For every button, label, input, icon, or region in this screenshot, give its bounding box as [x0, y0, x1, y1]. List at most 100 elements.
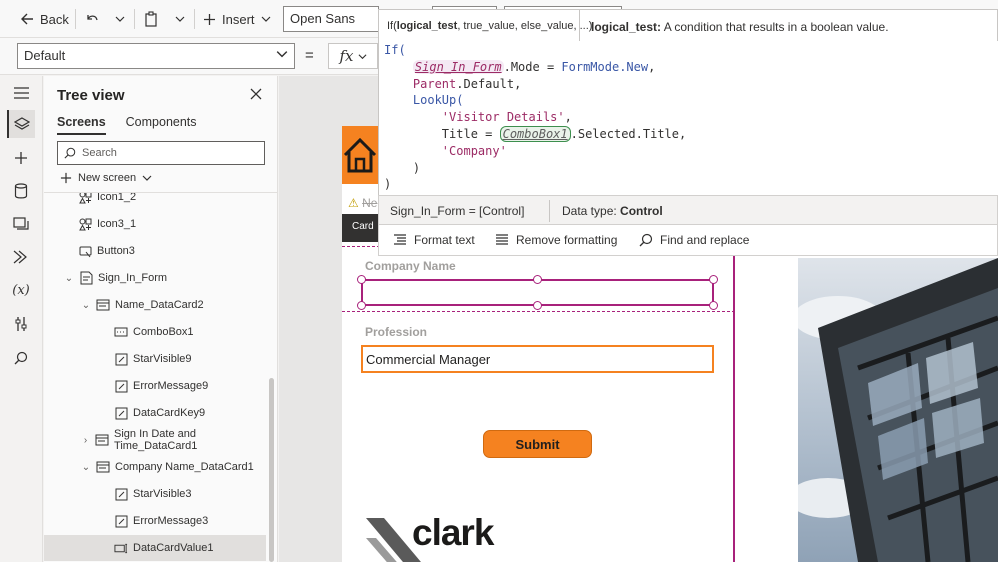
tree-item-datacardkey9[interactable]: DataCardKey9	[44, 400, 266, 426]
resize-handle[interactable]	[357, 301, 366, 310]
format-text-button[interactable]: Format text	[393, 233, 475, 247]
tree-item-errormessage9[interactable]: ErrorMessage9	[44, 373, 266, 399]
format-text-icon	[394, 234, 406, 245]
property-dropdown[interactable]: Default	[17, 43, 295, 69]
function-signature-tooltip: If(logical_test, true_value, else_value,…	[378, 9, 998, 42]
tree-item-label: Icon3_1	[97, 218, 137, 230]
data-type-info: Data type: Control	[562, 204, 663, 218]
paste-button[interactable]	[144, 8, 158, 30]
label-icon	[114, 352, 128, 366]
tab-components[interactable]: Components	[126, 115, 197, 135]
formula-editor[interactable]: If( Sign_In_Form .Mode = FormMode.New, Pa…	[378, 41, 998, 195]
media-icon	[13, 217, 29, 230]
tree-item-starvisible9[interactable]: StarVisible9	[44, 346, 266, 372]
undo-button[interactable]	[85, 8, 99, 30]
data-button[interactable]	[7, 177, 35, 205]
company-name-label: Company Name	[365, 259, 456, 273]
fx-button[interactable]: fx	[328, 43, 378, 69]
media-button[interactable]	[7, 210, 35, 238]
chevron-down-icon[interactable]: ⌄	[81, 300, 91, 311]
advanced-tools-button[interactable]	[7, 310, 35, 338]
plus-icon	[60, 172, 72, 184]
insert-button[interactable]: Insert	[203, 8, 271, 30]
data-type-label: Data type:	[562, 204, 621, 218]
tree-item-button3[interactable]: Button3	[44, 238, 266, 264]
warning-banner: ⚠ Ne	[348, 196, 377, 210]
expression-info-bar: Sign_In_Form = [Control] Data type: Cont…	[378, 195, 998, 225]
close-button[interactable]	[249, 87, 263, 104]
code-text: .Mode =	[503, 59, 562, 74]
card-icon	[96, 298, 110, 312]
plus-icon	[15, 152, 27, 164]
search-rail-button[interactable]	[7, 344, 35, 372]
tree-item-icon1-2[interactable]: Icon1_2	[44, 193, 266, 210]
resize-handle[interactable]	[533, 275, 542, 284]
tree-scrollbar[interactable]	[269, 378, 274, 562]
new-screen-button[interactable]: New screen	[60, 172, 152, 184]
info-divider	[549, 200, 550, 222]
search-icon	[64, 147, 76, 159]
chevron-down-icon[interactable]: ⌄	[81, 462, 91, 473]
tree-item-label: Company Name_DataCard1	[115, 461, 254, 473]
tree-view-panel: Tree view Screens Components Search New …	[44, 76, 278, 562]
search-icon	[14, 351, 28, 365]
control-reference[interactable]: Sign_In_Form	[412, 59, 504, 74]
lookup-function: LookUp(	[412, 93, 464, 108]
insert-label: Insert	[222, 11, 255, 27]
home-icon[interactable]	[343, 135, 377, 175]
card-icon	[95, 433, 109, 447]
label-icon	[114, 379, 128, 393]
fx-icon: fx	[339, 47, 354, 65]
remove-formatting-button[interactable]: Remove formatting	[495, 233, 617, 247]
chevron-down-icon	[261, 16, 270, 22]
tree-item-label: ErrorMessage9	[133, 380, 209, 392]
tree-item-label: ComboBox1	[133, 326, 194, 338]
find-replace-button[interactable]: Find and replace	[639, 233, 749, 247]
back-button[interactable]: Back	[20, 8, 69, 30]
resize-handle[interactable]	[709, 275, 718, 284]
enum-reference: FormMode.New	[561, 59, 649, 74]
tree-tabs: Screens Components	[57, 115, 197, 135]
chevron-right-icon[interactable]: ›	[81, 435, 90, 446]
close-icon	[250, 88, 262, 100]
chevron-down-icon[interactable]: ⌄	[64, 273, 74, 284]
tree-item-label: DataCardKey9	[133, 407, 206, 419]
layers-icon	[14, 117, 30, 130]
chevron-down-icon	[358, 53, 366, 59]
insert-rail-button[interactable]	[7, 144, 35, 172]
tree-item-datacardvalue1[interactable]: DataCardValue1	[44, 535, 266, 561]
control-reference[interactable]: ComboBox1	[499, 125, 571, 142]
resize-handle[interactable]	[357, 275, 366, 284]
tree-item-label: ErrorMessage3	[133, 515, 209, 527]
font-family-select[interactable]: Open Sans	[283, 6, 379, 32]
tree-item-errormessage3[interactable]: ErrorMessage3	[44, 508, 266, 534]
search-icon	[639, 233, 653, 247]
tab-screens[interactable]: Screens	[57, 115, 106, 135]
submit-button[interactable]: Submit	[483, 430, 592, 458]
tree-item-company-name-datacard1[interactable]: ⌄ Company Name_DataCard1	[44, 454, 266, 480]
tree-list: Icon1_2 Icon3_1 Button3 ⌄ Sign_In_Form ⌄…	[44, 193, 266, 562]
flow-icon	[13, 250, 27, 264]
tooltip-divider	[579, 10, 580, 41]
parameter-hint: logical_test: A condition that results i…	[591, 20, 889, 34]
icon-shapes-icon	[78, 193, 92, 204]
tree-item-starvisible3[interactable]: StarVisible3	[44, 481, 266, 507]
paste-dropdown[interactable]	[175, 8, 185, 30]
tree-item-sign-in-form[interactable]: ⌄ Sign_In_Form	[44, 265, 266, 291]
resize-handle[interactable]	[709, 301, 718, 310]
search-input[interactable]: Search	[57, 141, 265, 165]
tree-item-combobox1[interactable]: ComboBox1	[44, 319, 266, 345]
variables-icon[interactable]: (x)	[7, 276, 35, 304]
menu-button[interactable]	[7, 79, 35, 107]
clipboard-icon	[145, 11, 157, 27]
undo-dropdown[interactable]	[115, 8, 125, 30]
expression-summary: Sign_In_Form = [Control]	[390, 204, 525, 218]
tree-item-sign-in-date-datacard1[interactable]: › Sign In Date and Time_DataCard1	[44, 427, 266, 453]
tree-view-button[interactable]	[7, 110, 35, 138]
tree-item-icon3-1[interactable]: Icon3_1	[44, 211, 266, 237]
equals-sign: =	[305, 47, 314, 64]
power-automate-button[interactable]	[7, 243, 35, 271]
profession-input[interactable]: Commercial Manager	[361, 345, 714, 373]
tree-item-name-datacard2[interactable]: ⌄ Name_DataCard2	[44, 292, 266, 318]
resize-handle[interactable]	[533, 301, 542, 310]
